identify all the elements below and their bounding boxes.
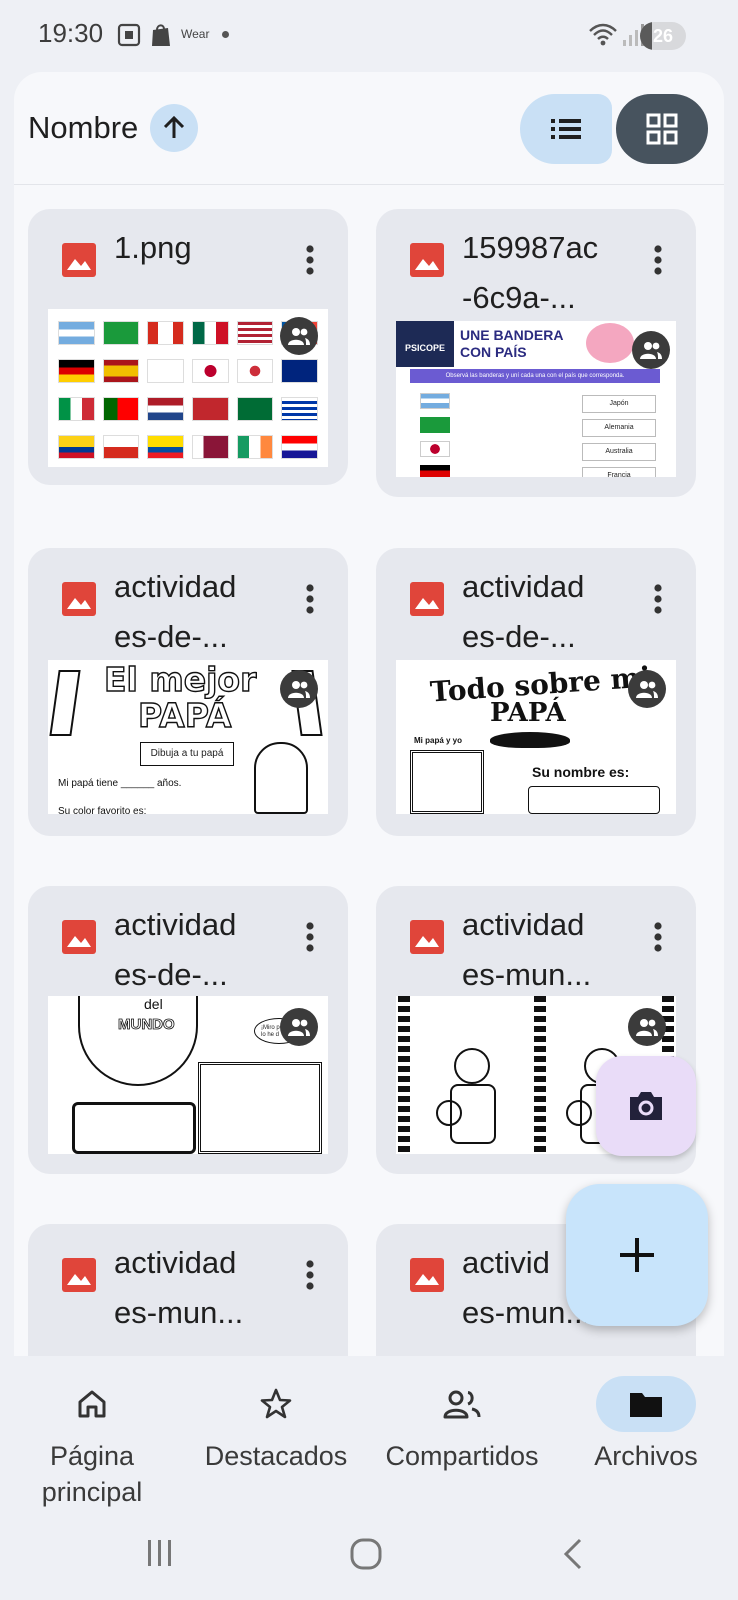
sort-bar: Nombre: [28, 98, 199, 158]
camera-button[interactable]: [596, 1056, 696, 1156]
shared-badge: [280, 1008, 318, 1046]
nav-label: Archivos: [594, 1441, 698, 1471]
sort-label[interactable]: Nombre: [28, 110, 138, 146]
file-title: 159987ac -6c9a-...: [462, 230, 599, 315]
more-options-icon[interactable]: [654, 922, 662, 952]
battery-level: 26: [652, 26, 674, 46]
people-icon: [288, 681, 310, 698]
nav-home[interactable]: Página principal: [22, 1376, 162, 1510]
shopify-icon: [152, 24, 170, 46]
file-title: actividad es-de-...: [462, 569, 585, 654]
file-title: actividad es-de-...: [114, 907, 237, 992]
file-card[interactable]: 1.png: [28, 209, 348, 485]
notification-dot: [222, 31, 229, 38]
star-icon: [260, 1388, 292, 1419]
brain-mascot: [586, 323, 634, 363]
nav-starred[interactable]: Destacados: [196, 1376, 356, 1474]
thumb-instructions: Observá las banderas y uní cada una con …: [410, 369, 660, 383]
grid-view-icon: [646, 113, 678, 145]
screenshot-icon: [117, 23, 141, 47]
bottom-navigation: Página principal Destacados Compartidos …: [0, 1356, 738, 1516]
people-icon: [640, 342, 662, 359]
image-file-icon: [410, 1258, 444, 1292]
recent-apps-icon[interactable]: [146, 1538, 174, 1568]
shared-badge: [628, 1008, 666, 1046]
more-options-icon[interactable]: [654, 584, 662, 614]
file-title: actividad es-de-...: [114, 569, 237, 654]
shared-badge: [280, 317, 318, 355]
file-card[interactable]: actividad es-de-... El mejor PAPÁ Dibuja…: [28, 548, 348, 836]
nav-label: Página principal: [41, 1441, 143, 1507]
status-time: 19:30: [38, 18, 104, 48]
image-file-icon: [62, 1258, 96, 1292]
more-options-icon[interactable]: [306, 922, 314, 952]
shared-badge: [632, 331, 670, 369]
home-icon: [78, 1390, 106, 1418]
more-options-icon[interactable]: [306, 245, 314, 275]
wifi-icon: [589, 23, 617, 46]
image-file-icon: [410, 582, 444, 616]
image-file-icon: [62, 243, 96, 277]
nav-label: Destacados: [204, 1441, 348, 1471]
file-card[interactable]: 159987ac -6c9a-... PSICOPE UNE BANDERA C…: [376, 209, 696, 497]
battery-indicator: 26: [640, 22, 686, 50]
file-card[interactable]: actividad es-de-... Todo sobre mi PAPÁ M…: [376, 548, 696, 836]
thumb-title: UNE BANDERA CON PAÍS: [460, 327, 564, 360]
more-options-icon[interactable]: [306, 1260, 314, 1290]
psicope-logo: PSICOPE: [396, 321, 454, 367]
people-icon: [443, 1390, 481, 1419]
image-file-icon: [62, 920, 96, 954]
list-view-icon: [551, 119, 581, 139]
system-navigation-bar: [0, 1516, 738, 1600]
view-toggle: [520, 94, 708, 164]
nav-files[interactable]: Archivos: [576, 1376, 716, 1474]
list-view-button[interactable]: [520, 94, 612, 164]
folder-icon: [630, 1393, 662, 1417]
file-card[interactable]: actividad es-de-... del MUNDO ¡Miro p lo…: [28, 886, 348, 1174]
people-icon: [288, 1019, 310, 1036]
wear-indicator: Wear: [181, 27, 210, 41]
people-icon: [636, 1019, 658, 1036]
image-file-icon: [410, 243, 444, 277]
shared-badge: [628, 670, 666, 708]
people-icon: [636, 681, 658, 698]
status-bar: 19:30 Wear 26: [0, 0, 738, 70]
back-icon[interactable]: [562, 1538, 584, 1570]
new-button[interactable]: [566, 1184, 708, 1326]
header-divider: [14, 184, 724, 185]
plus-icon: [620, 1238, 654, 1272]
more-options-icon[interactable]: [306, 584, 314, 614]
camera-icon: [630, 1092, 662, 1120]
grid-view-button[interactable]: [616, 94, 708, 164]
file-card[interactable]: actividad es-mun...: [28, 1224, 348, 1362]
arrow-up-icon: [164, 115, 185, 138]
sort-direction-button[interactable]: [150, 104, 199, 152]
file-title: 1.png: [114, 230, 192, 265]
more-options-icon[interactable]: [654, 245, 662, 275]
file-title: actividad es-mun...: [462, 907, 592, 992]
nav-label: Compartidos: [385, 1441, 539, 1471]
image-file-icon: [62, 582, 96, 616]
files-surface: Nombre 1.png 159987ac -6c9a-... PSICOPE …: [14, 72, 724, 1362]
file-title: actividad es-mun...: [114, 1245, 244, 1330]
shared-badge: [280, 670, 318, 708]
home-button-icon[interactable]: [350, 1538, 382, 1570]
nav-shared[interactable]: Compartidos: [372, 1376, 552, 1474]
image-file-icon: [410, 920, 444, 954]
people-icon: [288, 328, 310, 345]
